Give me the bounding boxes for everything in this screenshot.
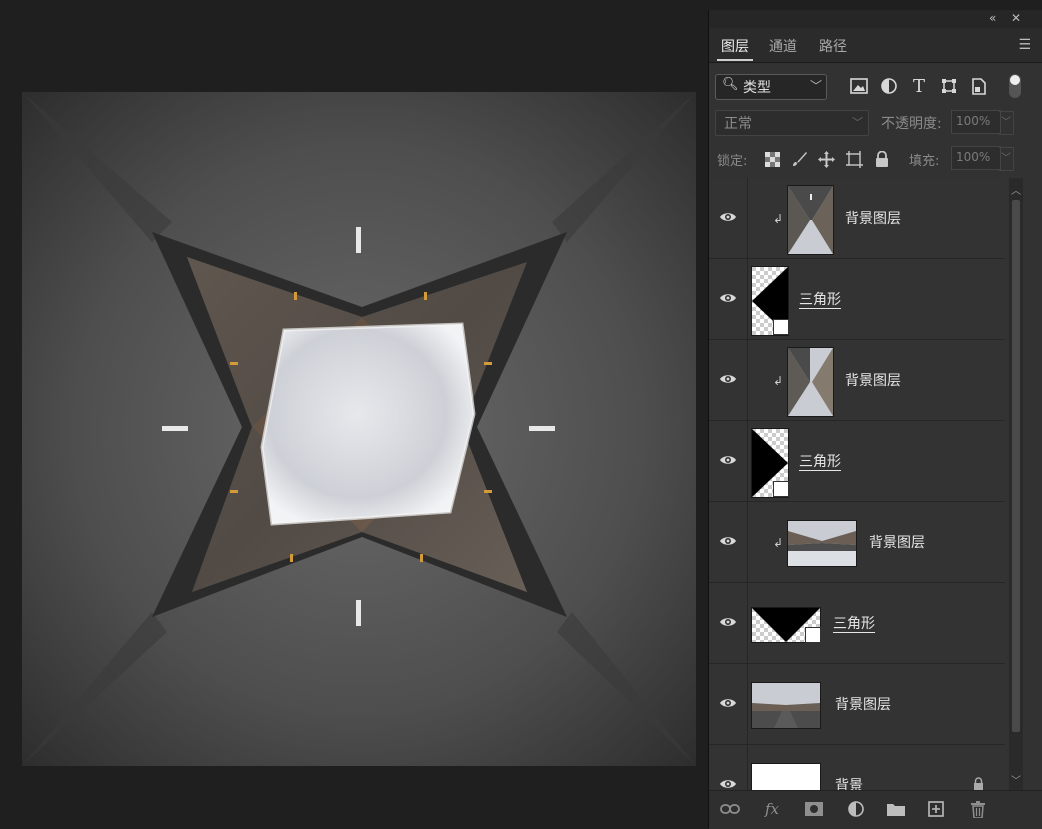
opacity-input[interactable]: 100% ﹀ (951, 110, 1014, 135)
lock-image-pixels-icon[interactable] (791, 150, 809, 168)
new-layer-icon[interactable] (925, 799, 947, 819)
chevron-down-icon: ﹀ (852, 116, 863, 129)
layer-name[interactable]: 背景图层 (845, 370, 901, 390)
layer-name[interactable]: 背景图层 (869, 532, 925, 552)
smart-object-filter-icon[interactable] (969, 76, 989, 96)
fill-input[interactable]: 100% ﹀ (951, 146, 1014, 171)
clipping-mask-arrow-icon: ↲ (773, 536, 784, 550)
shape-filter-icon[interactable] (939, 76, 959, 96)
visibility-cell (709, 583, 748, 663)
layer-thumbnail (787, 347, 834, 417)
vector-mask-icon (805, 627, 821, 643)
layer-thumbnail (751, 682, 821, 729)
eye-icon[interactable] (719, 777, 737, 790)
lock-fill-row: 锁定: 填充: 100% ﹀ (709, 146, 1042, 172)
panel-tabs: 图层 通道 路径 ☰ (709, 28, 1042, 63)
layer-style-fx-icon[interactable]: fx (761, 799, 783, 819)
eye-icon[interactable] (719, 210, 737, 224)
layer-filter-row: 🔍︎ 类型 ﹀ T (709, 74, 1042, 104)
lock-position-icon[interactable] (817, 150, 835, 168)
visibility-cell (709, 340, 748, 420)
vector-mask-icon (773, 319, 789, 335)
tab-layers[interactable]: 图层 (721, 36, 749, 56)
hamburger-menu-icon[interactable]: ☰ (1018, 37, 1031, 53)
new-adjustment-layer-icon[interactable] (845, 799, 867, 819)
eye-icon[interactable] (719, 372, 737, 386)
filter-type-label: 类型 (743, 80, 771, 96)
filter-type-select[interactable]: 🔍︎ 类型 ﹀ (715, 74, 827, 100)
eye-icon[interactable] (719, 615, 737, 629)
layer-row[interactable]: ↲ 背景图层 (709, 340, 1005, 421)
document-canvas-area[interactable] (0, 0, 706, 828)
layer-name[interactable]: 背景图层 (845, 208, 901, 228)
chevron-down-icon[interactable]: ﹀ (999, 147, 1014, 171)
layer-thumbnail (787, 520, 857, 567)
canvas-artwork-image[interactable] (22, 92, 696, 766)
scrollbar-thumb[interactable] (1012, 200, 1020, 732)
layer-row[interactable]: 背景图层 (709, 664, 1005, 745)
visibility-cell (709, 664, 748, 744)
layer-row[interactable]: 三角形 (709, 421, 1005, 502)
layer-lock-icon (973, 777, 984, 790)
delete-layer-trash-icon[interactable] (967, 799, 989, 819)
eye-icon[interactable] (719, 696, 737, 710)
layers-list: ↲ 背景图层 三角形 ↲ 背景图层 三角形 ↲ 背景图层 三角形 背景图层 背景 (709, 178, 1007, 790)
layer-thumbnail (751, 763, 821, 790)
new-group-folder-icon[interactable] (885, 799, 907, 819)
image-filter-icon[interactable] (849, 76, 869, 96)
search-icon: 🔍︎ (722, 77, 739, 92)
opacity-label: 不透明度: (881, 116, 942, 132)
eye-icon[interactable] (719, 291, 737, 305)
layer-thumbnail (787, 185, 834, 255)
collapse-panel-icon[interactable]: « (989, 11, 996, 25)
lock-artboard-icon[interactable] (845, 150, 863, 168)
lock-all-icon[interactable] (873, 150, 891, 168)
layer-name[interactable]: 背景图层 (835, 694, 891, 714)
adjustment-filter-icon[interactable] (879, 76, 899, 96)
panel-title-bar: « ✕ (709, 10, 1042, 28)
layers-scrollbar[interactable]: ︿ ﹀ (1009, 178, 1023, 790)
layer-name[interactable]: 三角形 (799, 289, 841, 309)
visibility-cell (709, 178, 748, 258)
visibility-cell (709, 502, 748, 582)
lock-transparent-pixels-icon[interactable] (763, 150, 781, 168)
eye-icon[interactable] (719, 534, 737, 548)
scroll-down-icon[interactable]: ﹀ (1011, 772, 1021, 787)
clipping-mask-arrow-icon: ↲ (773, 212, 784, 226)
active-tab-indicator (717, 59, 753, 61)
filter-toggle-switch[interactable] (1009, 74, 1021, 98)
visibility-cell (709, 259, 748, 339)
scroll-up-icon[interactable]: ︿ (1011, 182, 1021, 197)
layer-row[interactable]: 背景 (709, 745, 1005, 790)
layer-row[interactable]: 三角形 (709, 259, 1005, 340)
link-layers-icon[interactable] (719, 799, 741, 819)
blend-mode-select[interactable]: 正常 ﹀ (715, 110, 869, 136)
close-panel-icon[interactable]: ✕ (1011, 11, 1021, 25)
add-mask-icon[interactable] (803, 799, 825, 819)
blend-opacity-row: 正常 ﹀ 不透明度: 100% ﹀ (709, 110, 1042, 136)
layer-name[interactable]: 背景 (835, 775, 863, 790)
eye-icon[interactable] (719, 453, 737, 467)
type-filter-icon[interactable]: T (909, 76, 929, 97)
layer-name[interactable]: 三角形 (799, 451, 841, 471)
layers-panel: « ✕ 图层 通道 路径 ☰ 🔍︎ 类型 ﹀ T 正常 ﹀ 不透明度: 100%… (708, 10, 1042, 829)
vector-mask-icon (773, 481, 789, 497)
layers-bottom-toolbar: fx (709, 790, 1042, 829)
fill-value: 100% (956, 150, 991, 164)
fill-label: 填充: (909, 154, 940, 169)
layer-row[interactable]: ↲ 背景图层 (709, 502, 1005, 583)
tab-paths[interactable]: 路径 (819, 36, 847, 56)
visibility-cell (709, 421, 748, 501)
layer-row[interactable]: ↲ 背景图层 (709, 178, 1005, 259)
opacity-value: 100% (956, 114, 991, 128)
chevron-down-icon[interactable]: ﹀ (999, 111, 1014, 135)
lock-label: 锁定: (717, 154, 748, 169)
layer-row[interactable]: 三角形 (709, 583, 1005, 664)
tab-channels[interactable]: 通道 (769, 36, 797, 56)
blend-mode-value: 正常 (724, 116, 752, 132)
chevron-down-icon: ﹀ (809, 79, 822, 93)
visibility-cell (709, 745, 748, 790)
clipping-mask-arrow-icon: ↲ (773, 374, 784, 388)
layer-name[interactable]: 三角形 (833, 613, 875, 633)
